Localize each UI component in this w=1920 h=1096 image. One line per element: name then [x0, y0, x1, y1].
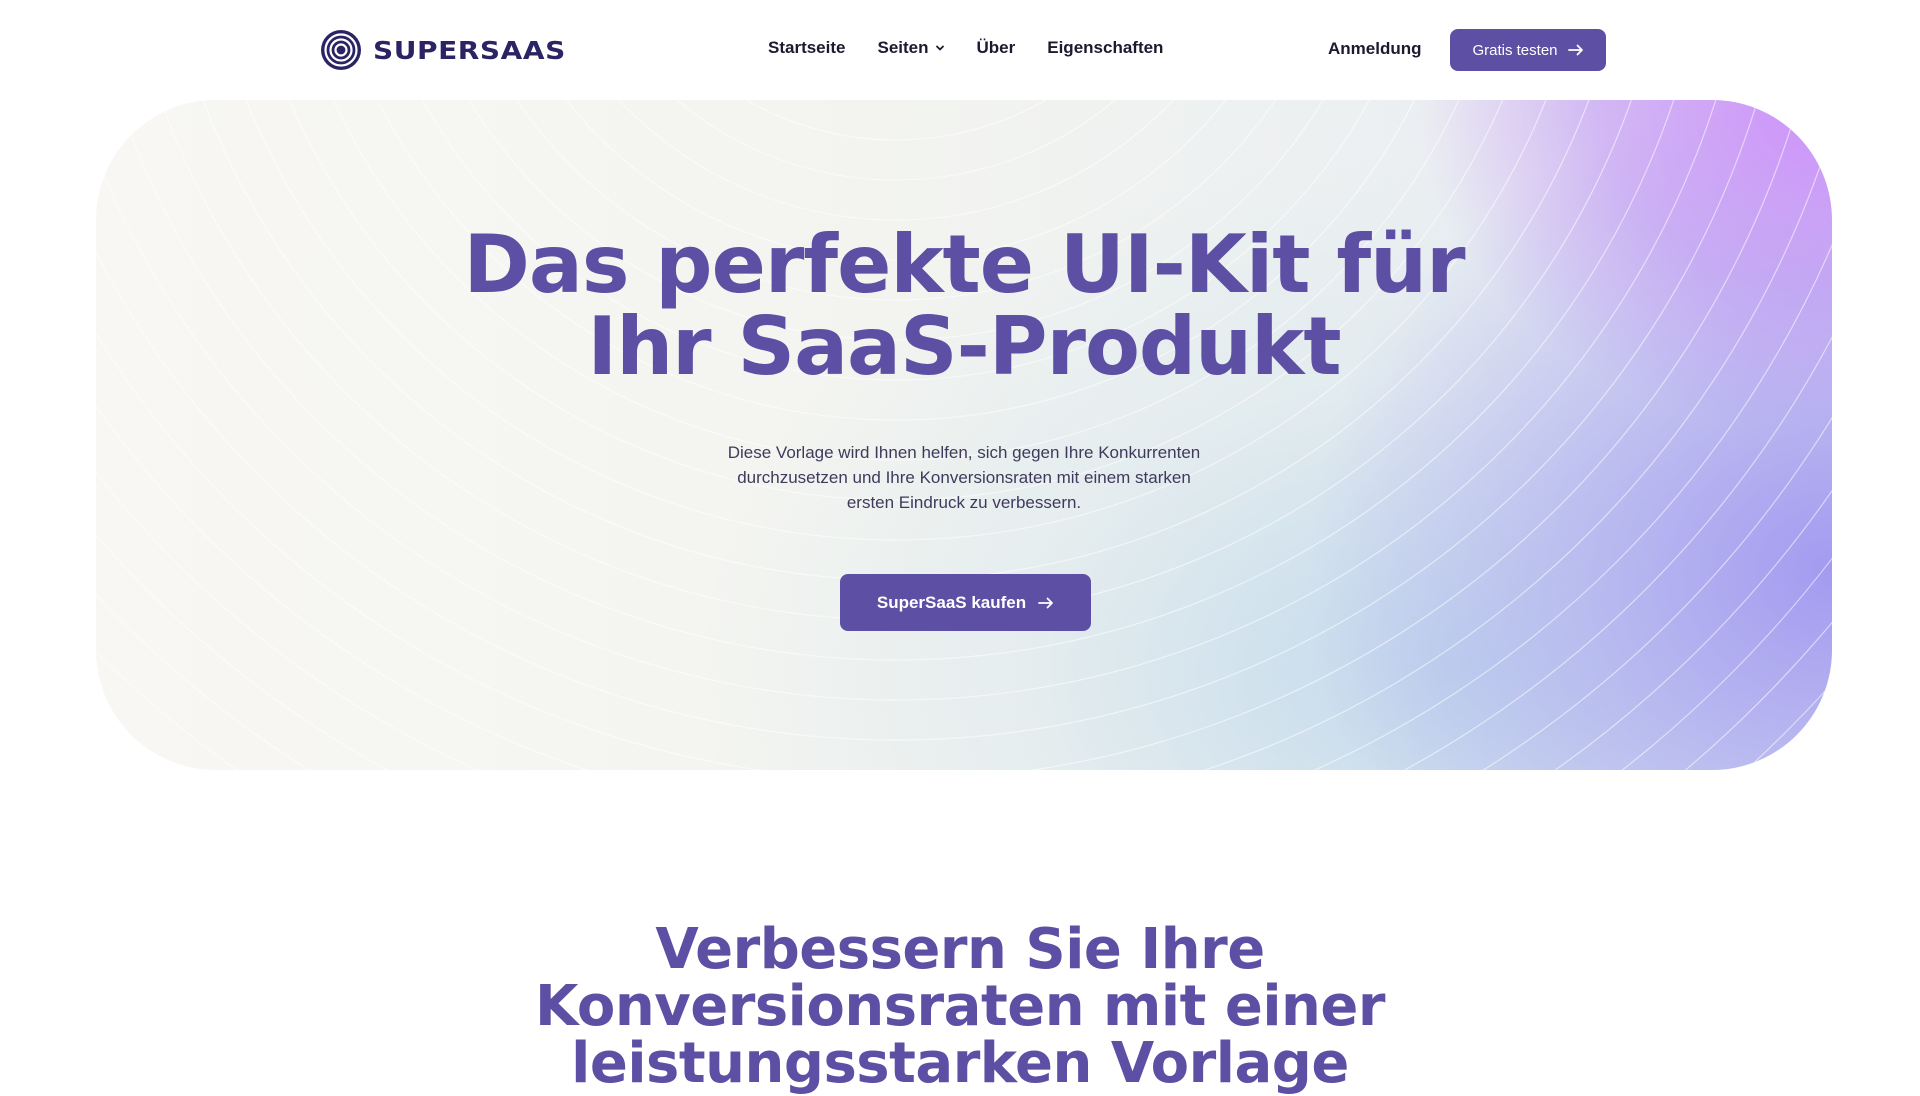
chevron-down-icon [935, 45, 944, 51]
arrow-right-icon [1038, 597, 1054, 608]
top-navbar: SUPERSAAS Startseite Seiten Über Eigensc… [0, 0, 1920, 100]
hero-title-line-1: Das perfekte UI-Kit für [463, 218, 1465, 311]
hero-title: Das perfekte UI-Kit für Ihr SaaS-Produkt [96, 224, 1832, 388]
section-title: Verbessern Sie Ihre Konversionsraten mit… [534, 917, 1386, 1096]
login-link[interactable]: Anmeldung [1328, 39, 1422, 59]
concentric-circles-logo-icon [321, 30, 361, 70]
brand-logo[interactable]: SUPERSAAS [320, 29, 565, 71]
nav-item-seiten-label: Seiten [877, 38, 929, 57]
nav-item-startseite[interactable]: Startseite [768, 38, 845, 58]
main-nav: Startseite Seiten Über Eigenschaften [768, 38, 1163, 58]
hero-section: Das perfekte UI-Kit für Ihr SaaS-Produkt… [96, 100, 1832, 770]
free-trial-button[interactable]: Gratis testen [1450, 29, 1606, 71]
nav-item-seiten[interactable]: Seiten [877, 38, 944, 58]
buy-supersaas-button[interactable]: SuperSaaS kaufen [840, 574, 1091, 631]
hero-title-line-2: Ihr SaaS-Produkt [587, 300, 1341, 393]
brand-name: SUPERSAAS [373, 35, 566, 65]
buy-supersaas-button-label: SuperSaaS kaufen [876, 592, 1027, 612]
nav-item-ueber[interactable]: Über [977, 38, 1016, 58]
hero-background-arcs [96, 100, 1832, 770]
hero-subtitle: Diese Vorlage wird Ihnen helfen, sich ge… [727, 443, 1201, 512]
arrow-right-icon [1567, 44, 1583, 56]
nav-item-eigenschaften[interactable]: Eigenschaften [1047, 38, 1163, 58]
free-trial-button-label: Gratis testen [1472, 41, 1558, 59]
